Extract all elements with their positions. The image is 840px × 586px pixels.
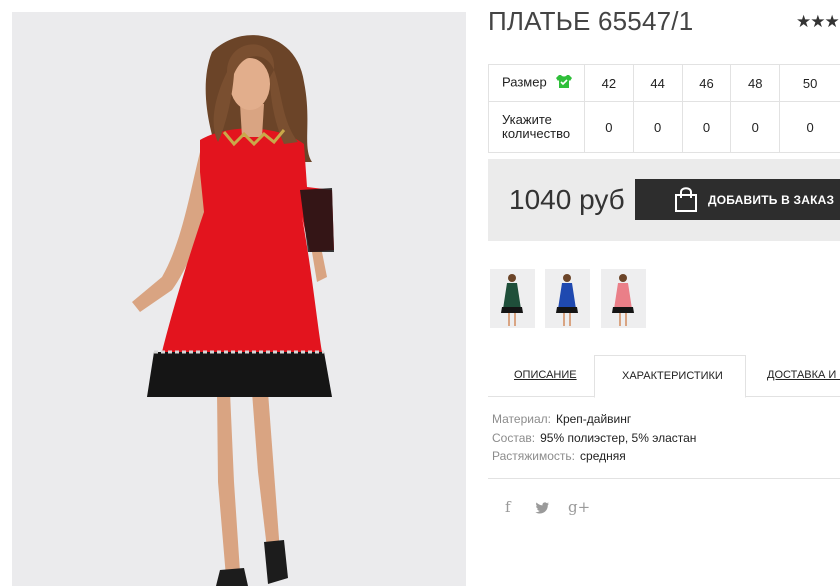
quantity-input[interactable]: 0 <box>779 101 840 153</box>
characteristic-row: Состав: 95% полиэстер, 5% эластан <box>492 429 696 448</box>
characteristic-key: Состав: <box>492 430 536 445</box>
quantity-input[interactable]: 0 <box>730 101 781 153</box>
quantity-label: Укажите количество <box>488 101 585 153</box>
tab-characteristics[interactable]: ХАРАКТЕРИСТИКИ <box>594 355 746 398</box>
characteristic-row: Растяжимость: средняя <box>492 447 696 466</box>
tab-delivery-label: ДОСТАВКА И С <box>767 369 840 381</box>
shopping-bag-icon <box>673 186 699 216</box>
size-cell: 48 <box>730 64 781 102</box>
size-label: Размер <box>502 74 547 90</box>
characteristic-key: Материал: <box>492 412 551 426</box>
divider <box>488 478 840 479</box>
price-bar: 1040 руб ДОБАВИТЬ В ЗАКАЗ <box>488 159 840 241</box>
size-cell: 46 <box>681 64 732 102</box>
product-title: ПЛАТЬЕ 65547/1 <box>488 6 694 36</box>
thumbnail-pink-dress[interactable] <box>601 269 646 328</box>
characteristic-row: Материал: Креп-дайвинг <box>492 410 696 429</box>
add-to-order-button[interactable]: ДОБАВИТЬ В ЗАКАЗ <box>635 179 840 220</box>
size-quantity-table: Размер 42 44 46 48 50 Укажите количество… <box>488 64 840 153</box>
size-cell: 44 <box>632 64 683 102</box>
twitter-icon[interactable] <box>535 500 549 518</box>
characteristics-list: Материал: Креп-дайвинг Состав: 95% полиэст… <box>492 410 696 466</box>
size-cell: 42 <box>583 64 634 102</box>
quantity-input[interactable]: 0 <box>632 101 683 153</box>
add-to-order-label: ДОБАВИТЬ В ЗАКАЗ <box>708 193 835 207</box>
tab-delivery[interactable]: ДОСТАВКА И С <box>746 355 840 396</box>
tab-characteristics-label: ХАРАКТЕРИСТИКИ <box>622 370 723 382</box>
google-plus-icon[interactable]: g+ <box>568 498 590 516</box>
tab-description[interactable]: ОПИСАНИЕ <box>488 355 594 396</box>
characteristic-key: Растяжимость: <box>492 449 576 463</box>
facebook-icon[interactable]: f <box>505 498 511 516</box>
characteristic-value: Креп-дайвинг <box>555 412 632 426</box>
size-chart-shirt-icon[interactable] <box>556 74 573 92</box>
thumbnail-blue-dress[interactable] <box>545 269 590 328</box>
product-tabs: ОПИСАНИЕ ХАРАКТЕРИСТИКИ ДОСТАВКА И С <box>488 355 840 398</box>
characteristic-value: средняя <box>580 449 626 463</box>
characteristic-value: 95% полиэстер, 5% эластан <box>540 430 697 445</box>
quantity-input[interactable]: 0 <box>583 101 634 153</box>
tab-description-label: ОПИСАНИЕ <box>514 369 577 381</box>
size-row: Размер 42 44 46 48 50 <box>488 64 840 102</box>
size-label-cell: Размер <box>488 64 585 102</box>
product-photo[interactable] <box>12 12 466 586</box>
size-cell: 50 <box>779 64 840 102</box>
thumbnail-green-dress[interactable] <box>490 269 535 328</box>
price: 1040 руб <box>509 184 625 215</box>
quantity-input[interactable]: 0 <box>681 101 732 153</box>
quantity-row: Укажите количество 0 0 0 0 0 <box>488 101 840 153</box>
rating-stars[interactable]: ★★★ <box>796 12 840 32</box>
